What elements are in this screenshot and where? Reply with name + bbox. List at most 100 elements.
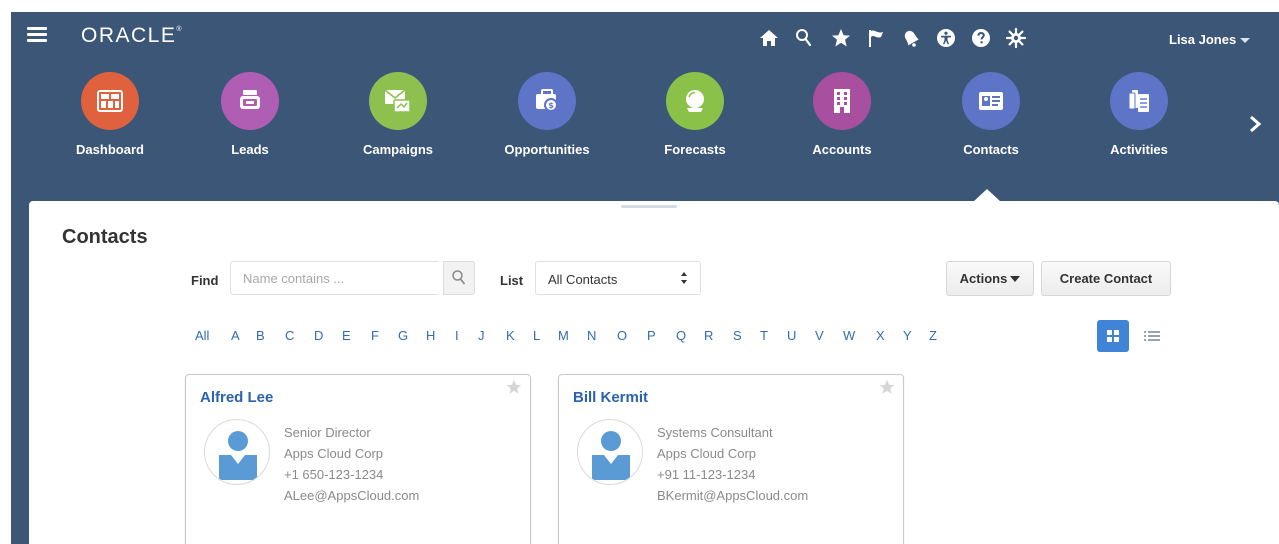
alpha-letter[interactable]: H — [426, 328, 435, 343]
nav-item-accounts[interactable]: Accounts — [777, 72, 907, 157]
list-icon — [1144, 331, 1160, 341]
alpha-letter[interactable]: R — [704, 328, 713, 343]
select-arrows-icon — [681, 272, 687, 284]
favorite-star-icon[interactable] — [879, 379, 895, 395]
favorites-star-icon[interactable] — [828, 25, 854, 51]
search-input[interactable] — [230, 261, 438, 295]
activities-icon — [1110, 72, 1168, 130]
alpha-letter[interactable]: E — [342, 328, 351, 343]
search-icon — [452, 270, 466, 285]
app-frame: ORACLE® Lisa Jones Dashboard Leads Campa… — [11, 12, 1279, 544]
help-icon[interactable] — [968, 25, 994, 51]
nav-label: Dashboard — [76, 142, 144, 157]
alpha-letter[interactable]: I — [455, 328, 459, 343]
grid-icon — [1107, 330, 1119, 342]
page-title: Contacts — [62, 226, 148, 248]
accessibility-icon[interactable] — [933, 25, 959, 51]
alpha-letter[interactable]: K — [506, 328, 515, 343]
nav-item-campaigns[interactable]: Campaigns — [333, 72, 463, 157]
alpha-letter[interactable]: O — [617, 328, 627, 343]
contact-phone: +1 650-123-1234 — [284, 467, 384, 482]
list-selected-value: All Contacts — [548, 272, 618, 287]
search-button[interactable] — [443, 261, 475, 295]
alpha-letter[interactable]: J — [478, 328, 485, 343]
user-name: Lisa Jones — [1169, 32, 1237, 47]
nav-label: Accounts — [812, 142, 872, 157]
contact-name[interactable]: Bill Kermit — [573, 389, 648, 406]
list-view-button[interactable] — [1136, 320, 1168, 352]
create-contact-button[interactable]: Create Contact — [1041, 261, 1171, 296]
alpha-letter[interactable]: N — [587, 328, 596, 343]
alpha-letter[interactable]: X — [876, 328, 885, 343]
alpha-letter[interactable]: D — [314, 328, 323, 343]
alpha-all[interactable]: All — [195, 328, 209, 343]
contacts-icon — [962, 72, 1020, 130]
notifications-bell-icon[interactable] — [898, 25, 924, 51]
nav-label: Opportunities — [504, 142, 590, 157]
leads-icon — [221, 72, 279, 130]
chevron-down-icon — [1240, 38, 1251, 44]
nav-item-dashboard[interactable]: Dashboard — [45, 72, 175, 157]
forecasts-icon — [666, 72, 724, 130]
opportunities-icon: $ — [518, 72, 576, 130]
contact-title: Senior Director — [284, 425, 371, 440]
caret-down-icon — [1010, 275, 1021, 282]
contact-details: Senior Director Apps Cloud Corp +1 650-1… — [284, 422, 419, 506]
campaigns-icon — [369, 72, 427, 130]
hamburger-menu-icon[interactable] — [27, 27, 47, 43]
settings-gear-icon[interactable] — [1003, 25, 1029, 51]
nav-item-activities[interactable]: Activities — [1074, 72, 1204, 157]
actions-label: Actions — [959, 271, 1008, 286]
panel-grabber[interactable] — [621, 205, 677, 208]
alpha-letter[interactable]: T — [760, 328, 768, 343]
nav-label: Forecasts — [664, 142, 726, 157]
nav-item-opportunities[interactable]: $ Opportunities — [482, 72, 612, 157]
contact-card[interactable]: Bill Kermit Systems Consultant Apps Clou… — [558, 374, 904, 544]
avatar — [577, 419, 643, 485]
find-label: Find — [191, 273, 219, 288]
nav-label: Campaigns — [362, 142, 434, 157]
home-icon[interactable] — [756, 25, 782, 51]
nav-item-contacts[interactable]: Contacts — [926, 72, 1056, 157]
actions-button[interactable]: Actions — [946, 261, 1034, 296]
alpha-letter[interactable]: C — [285, 328, 294, 343]
search-icon[interactable] — [791, 25, 817, 51]
avatar — [204, 419, 270, 485]
alpha-letter[interactable]: W — [843, 328, 855, 343]
alpha-letter[interactable]: Z — [929, 328, 937, 343]
alpha-letter[interactable]: P — [647, 328, 656, 343]
nav-item-forecasts[interactable]: Forecasts — [630, 72, 760, 157]
favorite-star-icon[interactable] — [506, 379, 522, 395]
alpha-letter[interactable]: F — [371, 328, 379, 343]
alpha-letter[interactable]: S — [733, 328, 742, 343]
alpha-letter[interactable]: L — [533, 328, 540, 343]
contact-company: Apps Cloud Corp — [657, 446, 756, 461]
grid-view-button[interactable] — [1097, 320, 1129, 352]
accounts-icon — [813, 72, 871, 130]
oracle-logo: ORACLE® — [81, 24, 184, 47]
chevron-right-icon[interactable] — [1245, 114, 1265, 134]
alpha-letter[interactable]: A — [231, 328, 240, 343]
page: ORACLE® Lisa Jones Dashboard Leads Campa… — [0, 0, 1279, 544]
alpha-letter[interactable]: G — [398, 328, 408, 343]
contact-title: Systems Consultant — [657, 425, 773, 440]
watchlist-flag-icon[interactable] — [863, 25, 889, 51]
nav-item-leads[interactable]: Leads — [185, 72, 315, 157]
nav-label: Leads — [231, 142, 269, 157]
alpha-letter[interactable]: M — [558, 328, 569, 343]
contact-details: Systems Consultant Apps Cloud Corp +91 1… — [657, 422, 808, 506]
alpha-letter[interactable]: U — [787, 328, 796, 343]
contact-name[interactable]: Alfred Lee — [200, 389, 273, 406]
contact-phone: +91 11-123-1234 — [657, 467, 756, 482]
alpha-letter[interactable]: Y — [903, 328, 912, 343]
user-menu[interactable]: Lisa Jones — [1169, 32, 1251, 47]
alpha-letter[interactable]: B — [256, 328, 265, 343]
nav-label: Activities — [1110, 142, 1168, 157]
contact-email: ALee@AppsCloud.com — [284, 488, 420, 503]
contact-card[interactable]: Alfred Lee Senior Director Apps Cloud Co… — [185, 374, 531, 544]
dashboard-icon — [81, 72, 139, 130]
list-select[interactable]: All Contacts — [535, 261, 701, 295]
alpha-letter[interactable]: V — [815, 328, 824, 343]
alpha-letter[interactable]: Q — [676, 328, 686, 343]
contact-company: Apps Cloud Corp — [284, 446, 383, 461]
